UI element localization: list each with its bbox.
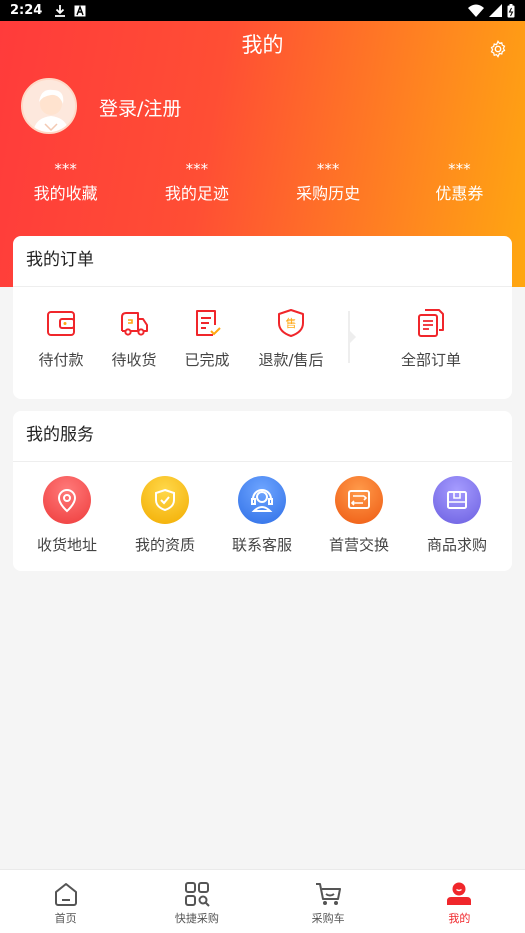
stat-favorites[interactable]: *** 我的收藏 [0,160,131,204]
tab-label: 我的 [448,912,471,925]
documents-icon [418,309,444,337]
stat-label: 采购历史 [296,184,361,203]
tab-label: 采购车 [311,912,345,925]
settings-icon[interactable] [489,40,507,58]
home-icon [54,883,77,906]
cart-icon [316,883,342,905]
grid-search-icon [184,882,210,907]
service-first-exchange[interactable]: 首营交换 [319,476,399,555]
page-title: 我的 [241,33,284,57]
order-label: 已完成 [184,351,230,369]
notification-a-icon [74,4,86,16]
services-title: 我的服务 [13,411,512,462]
exchange-icon [335,476,383,524]
order-label: 待付款 [38,351,84,369]
stat-value: *** [316,160,340,178]
customer-service-icon [238,476,286,524]
orders-card: 我的订单 待付款 待收货 已完成 售 退款/售后 全部订单 [13,236,512,399]
svg-text:售: 售 [286,316,297,330]
download-icon [55,5,66,17]
service-shipping-address[interactable]: 收货地址 [27,476,107,555]
stat-value: *** [185,160,209,178]
tab-label: 快捷采购 [174,912,219,925]
login-register-link[interactable]: 登录/注册 [99,94,181,121]
order-pending-payment[interactable]: 待付款 [33,307,89,370]
shield-sale-icon: 售 [278,309,304,337]
service-label: 首营交换 [328,536,389,554]
order-pending-receipt[interactable]: 待收货 [106,307,162,370]
order-completed[interactable]: 已完成 [179,307,235,370]
truck-icon [121,312,148,336]
stat-label: 优惠券 [435,184,484,203]
stat-label: 我的收藏 [33,184,98,203]
status-bar: 2:24 [0,0,525,21]
order-label: 退款/售后 [258,351,324,369]
wallet-icon [47,311,75,336]
battery-icon [507,3,515,17]
status-time: 2:24 [10,3,43,18]
stat-footprints[interactable]: *** 我的足迹 [131,160,262,204]
services-card: 我的服务 收货地址 我的资质 联系客服 首营交换 商品求购 [13,411,512,571]
order-all[interactable]: 全部订单 [391,307,471,370]
service-label: 商品求购 [426,536,487,554]
box-icon [433,476,481,524]
order-label: 待收货 [111,351,157,369]
order-divider [348,311,356,363]
service-label: 联系客服 [231,536,292,554]
profile-icon [447,882,472,905]
wifi-icon [468,4,484,17]
tab-quick-purchase[interactable]: 快捷采购 [131,870,262,933]
tab-home[interactable]: 首页 [0,870,131,933]
stat-value: *** [54,160,77,178]
tab-profile[interactable]: 我的 [394,870,525,933]
service-qualifications[interactable]: 我的资质 [125,476,205,555]
stat-coupons[interactable]: *** 优惠券 [394,160,525,204]
shield-check-icon [141,476,189,524]
service-label: 收货地址 [36,536,97,554]
stat-purchase-history[interactable]: *** 采购历史 [263,160,394,204]
avatar[interactable] [21,78,77,134]
orders-title: 我的订单 [13,236,512,287]
stats-row: *** 我的收藏 *** 我的足迹 *** 采购历史 *** 优惠券 [0,160,525,204]
order-label: 全部订单 [400,351,461,369]
bottom-tabbar: 首页 快捷采购 采购车 我的 [0,869,525,933]
tab-label: 首页 [54,912,77,925]
location-icon [43,476,91,524]
stat-value: *** [448,160,471,178]
stat-label: 我的足迹 [164,184,229,203]
service-product-request[interactable]: 商品求购 [417,476,497,555]
checklist-icon [196,310,221,336]
order-refund-aftersale[interactable]: 售 退款/售后 [251,307,331,370]
tab-cart[interactable]: 采购车 [263,870,394,933]
service-label: 我的资质 [134,536,195,554]
signal-icon [489,4,502,17]
service-customer-support[interactable]: 联系客服 [222,476,302,555]
